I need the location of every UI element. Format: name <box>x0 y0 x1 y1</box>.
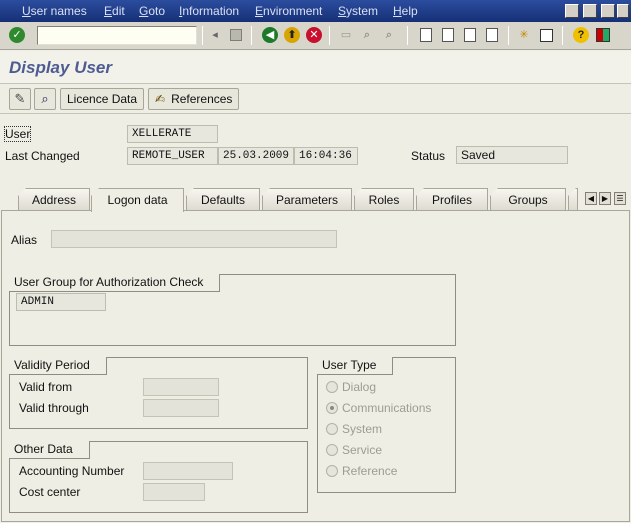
accounting-number-label: Accounting Number <box>19 464 125 478</box>
auth-group-field[interactable]: ADMIN <box>16 293 106 311</box>
radio-button-selected-icon <box>326 402 338 414</box>
accounting-number-field[interactable] <box>143 462 233 480</box>
magnifier-icon: ⌕ <box>41 91 49 106</box>
valid-from-label: Valid from <box>19 380 73 394</box>
references-icon: ✍ <box>155 92 166 106</box>
status-field[interactable]: Saved <box>456 146 568 164</box>
menu-edit[interactable]: Edit <box>104 4 125 18</box>
other-data-box: Other Data Accounting Number Cost center <box>9 440 308 513</box>
user-type-title: User Type <box>317 356 394 375</box>
tab-roles[interactable]: Roles <box>354 188 414 211</box>
menu-system[interactable]: System <box>338 4 378 18</box>
user-type-service-radio[interactable]: Service <box>326 443 382 457</box>
find-icon[interactable]: ⌕ <box>359 27 375 43</box>
print-icon[interactable]: ▭ <box>338 27 354 43</box>
tab-groups[interactable]: Groups <box>490 188 566 211</box>
menu-environment[interactable]: Environment <box>255 4 322 18</box>
tab-scroll-left-icon[interactable]: ◀ <box>585 192 597 205</box>
references-label: References <box>171 92 233 106</box>
page-title: Display User <box>9 58 112 77</box>
save-icon[interactable] <box>228 27 244 43</box>
enter-icon[interactable]: ✓ <box>9 27 25 43</box>
create-session-icon[interactable]: ✳ <box>516 27 532 43</box>
tab-defaults[interactable]: Defaults <box>186 188 260 211</box>
tab-scroll-right-icon[interactable]: ▶ <box>599 192 611 205</box>
shortcut-icon[interactable] <box>538 27 554 43</box>
exit-icon[interactable]: ⬆ <box>284 27 300 43</box>
tab-parameters[interactable]: Parameters <box>262 188 352 211</box>
auth-group-title: User Group for Authorization Check <box>9 273 221 292</box>
last-changed-label: Last Changed <box>5 149 80 163</box>
next-page-icon[interactable] <box>462 27 478 43</box>
last-page-icon[interactable] <box>484 27 500 43</box>
cost-center-label: Cost center <box>19 485 81 499</box>
first-page-icon[interactable] <box>418 27 434 43</box>
licence-data-button[interactable]: Licence Data <box>60 88 145 110</box>
validity-period-title: Validity Period <box>9 356 107 375</box>
tab-profiles[interactable]: Profiles <box>416 188 488 211</box>
user-type-dialog-radio[interactable]: Dialog <box>326 380 376 394</box>
help-icon[interactable]: ? <box>573 27 589 43</box>
window-pattern-icon <box>617 4 629 18</box>
back-icon[interactable]: ◀ <box>262 27 278 43</box>
user-type-communications-radio[interactable]: Communications <box>326 401 431 415</box>
valid-from-field[interactable] <box>143 378 219 396</box>
auth-group-box: User Group for Authorization Check ADMIN <box>9 273 456 346</box>
window-pattern-icon <box>565 4 579 18</box>
alias-label: Alias <box>11 233 38 247</box>
validity-period-box: Validity Period Valid from Valid through <box>9 356 308 429</box>
menu-goto[interactable]: Goto <box>139 4 165 18</box>
menu-help[interactable]: Help <box>393 4 418 18</box>
other-data-title: Other Data <box>9 440 90 459</box>
command-field[interactable] <box>37 26 197 45</box>
change-display-button[interactable]: ✎ <box>9 88 31 110</box>
last-changed-time-field[interactable]: 16:04:36 <box>294 147 358 165</box>
user-label: User <box>3 126 32 142</box>
valid-through-label: Valid through <box>19 401 89 415</box>
menu-user-names[interactable]: User names <box>22 4 87 18</box>
valid-through-field[interactable] <box>143 399 219 417</box>
last-changed-date-field[interactable]: 25.03.2009 <box>218 147 294 165</box>
user-type-box: User Type Dialog Communications System S… <box>317 356 456 493</box>
user-type-system-radio[interactable]: System <box>326 422 382 436</box>
last-changed-by-field[interactable]: REMOTE_USER <box>127 147 218 165</box>
tab-overflow[interactable] <box>568 188 578 211</box>
layout-menu-icon[interactable] <box>595 27 611 43</box>
cancel-icon[interactable]: ✕ <box>306 27 322 43</box>
menu-bar: User names Edit Goto Information Environ… <box>0 0 631 22</box>
radio-button-icon <box>326 444 338 456</box>
window-pattern-icon <box>601 4 615 18</box>
collapse-icon[interactable]: ◂ <box>207 27 223 43</box>
pencil-glasses-icon: ✎ <box>14 91 26 106</box>
application-toolbar: ✎ ⌕ Licence Data ✍ References <box>0 85 631 114</box>
user-type-reference-radio[interactable]: Reference <box>326 464 397 478</box>
previous-page-icon[interactable] <box>440 27 456 43</box>
alias-field[interactable] <box>51 230 337 248</box>
tab-logon-data[interactable]: Logon data <box>91 188 184 212</box>
radio-button-icon <box>326 465 338 477</box>
find-next-icon[interactable]: ⌕ <box>381 27 397 43</box>
cost-center-field[interactable] <box>143 483 205 501</box>
tab-list-icon[interactable]: ☰ <box>614 192 626 205</box>
title-bar: Display User <box>0 51 631 84</box>
licence-data-label: Licence Data <box>67 92 138 106</box>
where-used-button[interactable]: ⌕ <box>34 88 56 110</box>
tab-address[interactable]: Address <box>18 188 90 211</box>
user-field[interactable]: XELLERATE <box>127 125 218 143</box>
radio-button-icon <box>326 423 338 435</box>
window-pattern-icon <box>583 4 597 18</box>
radio-button-icon <box>326 381 338 393</box>
menu-information[interactable]: Information <box>179 4 239 18</box>
status-label: Status <box>411 149 446 163</box>
references-button[interactable]: ✍ References <box>148 88 240 110</box>
